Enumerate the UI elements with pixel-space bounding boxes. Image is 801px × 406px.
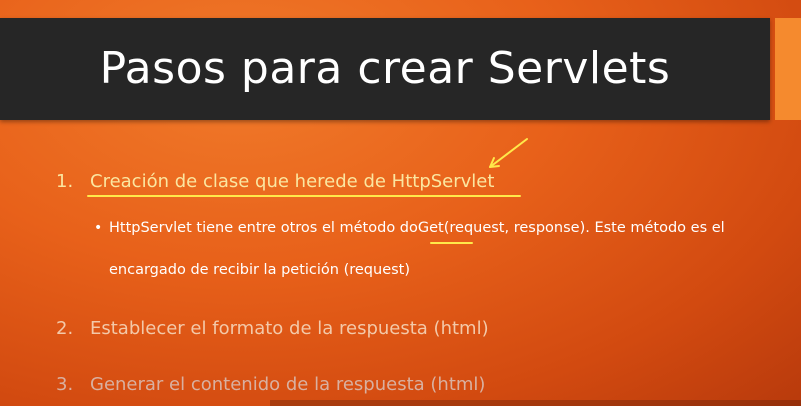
list-item-number: 1.	[56, 171, 74, 192]
list-item-1: 1. Creación de clase que herede de HttpSe…	[56, 171, 494, 192]
list-item-text: Establecer el formato de la respuesta (h…	[90, 318, 489, 339]
sub-item-line-1: HttpServlet tiene entre otros el método …	[109, 220, 725, 236]
annotation-arrow	[489, 138, 528, 168]
bullet-glyph: •	[94, 220, 103, 236]
list-item-number: 2.	[56, 318, 74, 339]
sub-item-line-2: encargado de recibir la petición (reques…	[109, 262, 411, 278]
sub-item-highlight: doGet	[399, 220, 444, 236]
list-item-number: 3.	[56, 374, 74, 395]
list-item-2: 2. Establecer el formato de la respuesta …	[56, 318, 489, 339]
title-accent-block	[775, 18, 801, 120]
list-item-text: Creación de clase que herede de HttpServ…	[90, 171, 495, 192]
slide-title: Pasos para crear Servlets	[99, 43, 671, 94]
list-item-3: 3. Generar el contenido de la respuesta (…	[56, 374, 485, 395]
title-bar: Pasos para crear Servlets	[0, 18, 770, 120]
sub-item-text: (request, response). Este método es el	[443, 220, 725, 236]
presentation-slide: Pasos para crear Servlets 1. Creación de …	[0, 0, 801, 406]
sub-item-text: HttpServlet tiene entre otros el método	[109, 220, 400, 236]
annotation-arrowhead	[489, 157, 500, 168]
bottom-shadow	[270, 400, 801, 406]
list-item-text: Generar el contenido de la respuesta (ht…	[90, 374, 486, 395]
